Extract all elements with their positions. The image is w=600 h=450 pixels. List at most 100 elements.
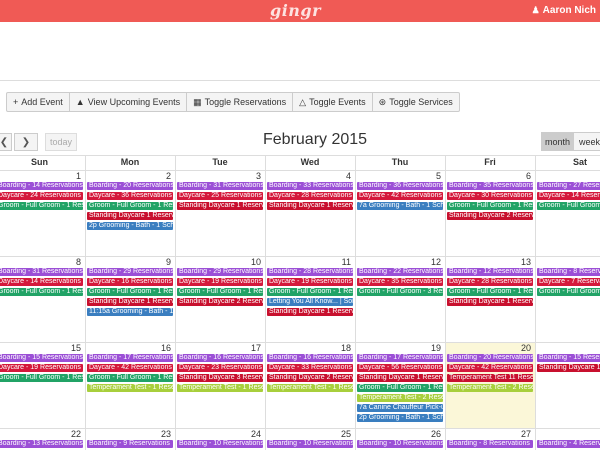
calendar-event[interactable]: Daycare - 14 Reservations [0, 278, 83, 286]
calendar-event[interactable]: Daycare - 23 Reservations [177, 364, 263, 372]
calendar-event[interactable]: Daycare - 42 Reservations [447, 364, 533, 372]
calendar-event[interactable]: Standing Daycare 2 Reserva [177, 298, 263, 306]
calendar-event[interactable]: Daycare - 28 Reservations [447, 278, 533, 286]
user-menu[interactable]: ♟ Aaron Nich [532, 5, 596, 16]
calendar-event[interactable]: Groom - Full Groom - 1 Rese [447, 288, 533, 296]
day-number[interactable]: 10 [247, 257, 261, 267]
day-number[interactable]: 12 [427, 257, 441, 267]
calendar-event[interactable]: Boarding - 13 Reservations [0, 440, 83, 448]
calendar-event[interactable]: Temperament Test - 1 Rese [177, 384, 263, 392]
calendar-event[interactable]: Groom - Full Groom - 1 Rese [177, 288, 263, 296]
calendar-event[interactable]: Daycare - 35 Reservations [357, 278, 443, 286]
day-number[interactable]: 20 [517, 343, 531, 353]
gingr-logo[interactable]: gingr [270, 1, 321, 20]
calendar-event[interactable]: Boarding - 17 Reservations [357, 354, 443, 362]
calendar-event[interactable]: Standing Daycare 1 Reserva [357, 374, 443, 382]
toolbar-button-1[interactable]: ▲ View Upcoming Events [68, 92, 188, 112]
calendar-event[interactable]: Letting You All Know... | Sor [267, 298, 353, 306]
calendar-event[interactable]: Groom - Full Groom - 1 Rese [87, 374, 173, 382]
calendar-event[interactable]: Daycare - 56 Reservations [357, 364, 443, 372]
calendar-event[interactable]: Daycare - 28 Reservations [267, 192, 353, 200]
calendar-event[interactable]: Temperament Test - 1 Rese [267, 384, 353, 392]
next-month-button[interactable]: ❯ [14, 133, 38, 151]
day-number[interactable]: 15 [67, 343, 81, 353]
calendar-event[interactable]: Boarding - 35 Reservations [447, 182, 533, 190]
calendar-event[interactable]: Boarding - 4 Reservations [537, 440, 600, 448]
calendar-event[interactable]: 11:15a Grooming - Bath - 1 [87, 308, 173, 316]
day-number[interactable]: 18 [337, 343, 351, 353]
calendar-event[interactable]: Groom - Full Groom - 3 Rese [357, 288, 443, 296]
day-number[interactable]: 11 [337, 257, 351, 267]
calendar-event[interactable]: Boarding - 10 Reservations [177, 440, 263, 448]
calendar-event[interactable]: Daycare - 19 Reservations [177, 278, 263, 286]
calendar-event[interactable]: Groom - Full Groom - 1 Rese [357, 384, 443, 392]
prev-month-button[interactable]: ❮ [0, 133, 12, 151]
calendar-event[interactable]: Standing Daycare 1 Reserva [267, 202, 353, 210]
day-number[interactable]: 9 [157, 257, 171, 267]
calendar-event[interactable]: Groom - Full Groom - 1 Rese [0, 374, 83, 382]
calendar-event[interactable]: Boarding - 14 Reservations [0, 182, 83, 190]
day-number[interactable]: 27 [517, 429, 531, 439]
calendar-event[interactable]: Boarding - 16 Reservations [177, 354, 263, 362]
day-number[interactable]: 24 [247, 429, 261, 439]
calendar-event[interactable]: 7a Grooming - Bath - 1 Sch [357, 202, 443, 210]
calendar-event[interactable]: Boarding - 31 Reservations [0, 268, 83, 276]
calendar-event[interactable]: Daycare - 42 Reservations [87, 364, 173, 372]
calendar-event[interactable]: Standing Daycare 1 Res [537, 364, 600, 372]
toolbar-button-3[interactable]: △ Toggle Events [292, 92, 373, 112]
calendar-event[interactable]: Standing Daycare 1 Reserva [87, 212, 173, 220]
calendar-event[interactable]: Daycare - 19 Reservations [0, 364, 83, 372]
calendar-event[interactable]: 2p Grooming - Bath - 1 Sche [87, 222, 173, 230]
calendar-event[interactable]: Standing Daycare 2 Reserva [447, 212, 533, 220]
day-number[interactable]: 17 [247, 343, 261, 353]
calendar-event[interactable]: Standing Daycare 1 Reserva [267, 308, 353, 316]
day-number[interactable]: 8 [67, 257, 81, 267]
calendar-event[interactable]: Standing Daycare 2 Reserva [267, 374, 353, 382]
calendar-event[interactable]: Daycare - 30 Reservations [447, 192, 533, 200]
calendar-event[interactable]: Boarding - 36 Reservations [357, 182, 443, 190]
view-week-button[interactable]: week [573, 132, 600, 151]
calendar-event[interactable]: Boarding - 33 Reservations [267, 182, 353, 190]
toolbar-button-4[interactable]: ⊛ Toggle Services [371, 92, 460, 112]
calendar-event[interactable]: Daycare - 42 Reservations [357, 192, 443, 200]
calendar-event[interactable]: Daycare - 7 Reservation [537, 278, 600, 286]
calendar-event[interactable]: Daycare - 19 Reservations [267, 278, 353, 286]
calendar-event[interactable]: Daycare - 16 Reservations [87, 278, 173, 286]
calendar-event[interactable]: Groom - Full Groom - 1 Rese [87, 202, 173, 210]
calendar-event[interactable]: Boarding - 16 Reservations [267, 354, 353, 362]
calendar-event[interactable]: Groom - Full Groom - 1 Rese [537, 288, 600, 296]
day-number[interactable]: 25 [337, 429, 351, 439]
calendar-event[interactable]: Boarding - 20 Reservations [87, 182, 173, 190]
calendar-event[interactable]: Groom - Full Groom - 1 Rese [0, 288, 83, 296]
calendar-event[interactable]: Boarding - 20 Reservations [447, 354, 533, 362]
day-number[interactable]: 23 [157, 429, 171, 439]
day-number[interactable]: 2 [157, 171, 171, 181]
calendar-event[interactable]: Standing Daycare 1 Reserva [447, 298, 533, 306]
calendar-event[interactable]: Boarding - 9 Reservations [87, 440, 173, 448]
day-number[interactable]: 5 [427, 171, 441, 181]
calendar-event[interactable]: Boarding - 10 Reservations [267, 440, 353, 448]
calendar-event[interactable]: Boarding - 31 Reservations [177, 182, 263, 190]
toolbar-button-0[interactable]: + Add Event [6, 92, 70, 112]
day-number[interactable]: 3 [247, 171, 261, 181]
calendar-event[interactable]: Boarding - 8 Reservations [537, 268, 600, 276]
calendar-event[interactable]: Boarding - 28 Reservations [267, 268, 353, 276]
calendar-event[interactable]: Boarding - 29 Reservations [87, 268, 173, 276]
calendar-event[interactable]: Standing Daycare 1 Reserva [177, 202, 263, 210]
calendar-event[interactable]: Temperament Test - 2 Rese [447, 384, 533, 392]
calendar-event[interactable]: Temperament Test - 2 Rese [357, 394, 443, 402]
day-number[interactable]: 1 [67, 171, 81, 181]
calendar-event[interactable]: Temperament Test - 1 Rese [87, 384, 173, 392]
day-number[interactable]: 26 [427, 429, 441, 439]
calendar-event[interactable]: Boarding - 12 Reservations [447, 268, 533, 276]
calendar-event[interactable]: Temperament Test 11 Reserv [447, 374, 533, 382]
calendar-event[interactable]: Standing Daycare 1 Reserva [87, 298, 173, 306]
calendar-event[interactable]: Daycare - 33 Reservations [267, 364, 353, 372]
calendar-event[interactable]: Daycare - 36 Reservations [87, 192, 173, 200]
toolbar-button-2[interactable]: ▦ Toggle Reservations [186, 92, 294, 112]
day-number[interactable]: 16 [157, 343, 171, 353]
day-number[interactable]: 6 [517, 171, 531, 181]
calendar-event[interactable]: Groom - Full Groom - 1 Rese [537, 202, 600, 210]
calendar-event[interactable]: Boarding - 15 Reservations [537, 354, 600, 362]
calendar-event[interactable]: Standing Daycare 3 Reserva [177, 374, 263, 382]
